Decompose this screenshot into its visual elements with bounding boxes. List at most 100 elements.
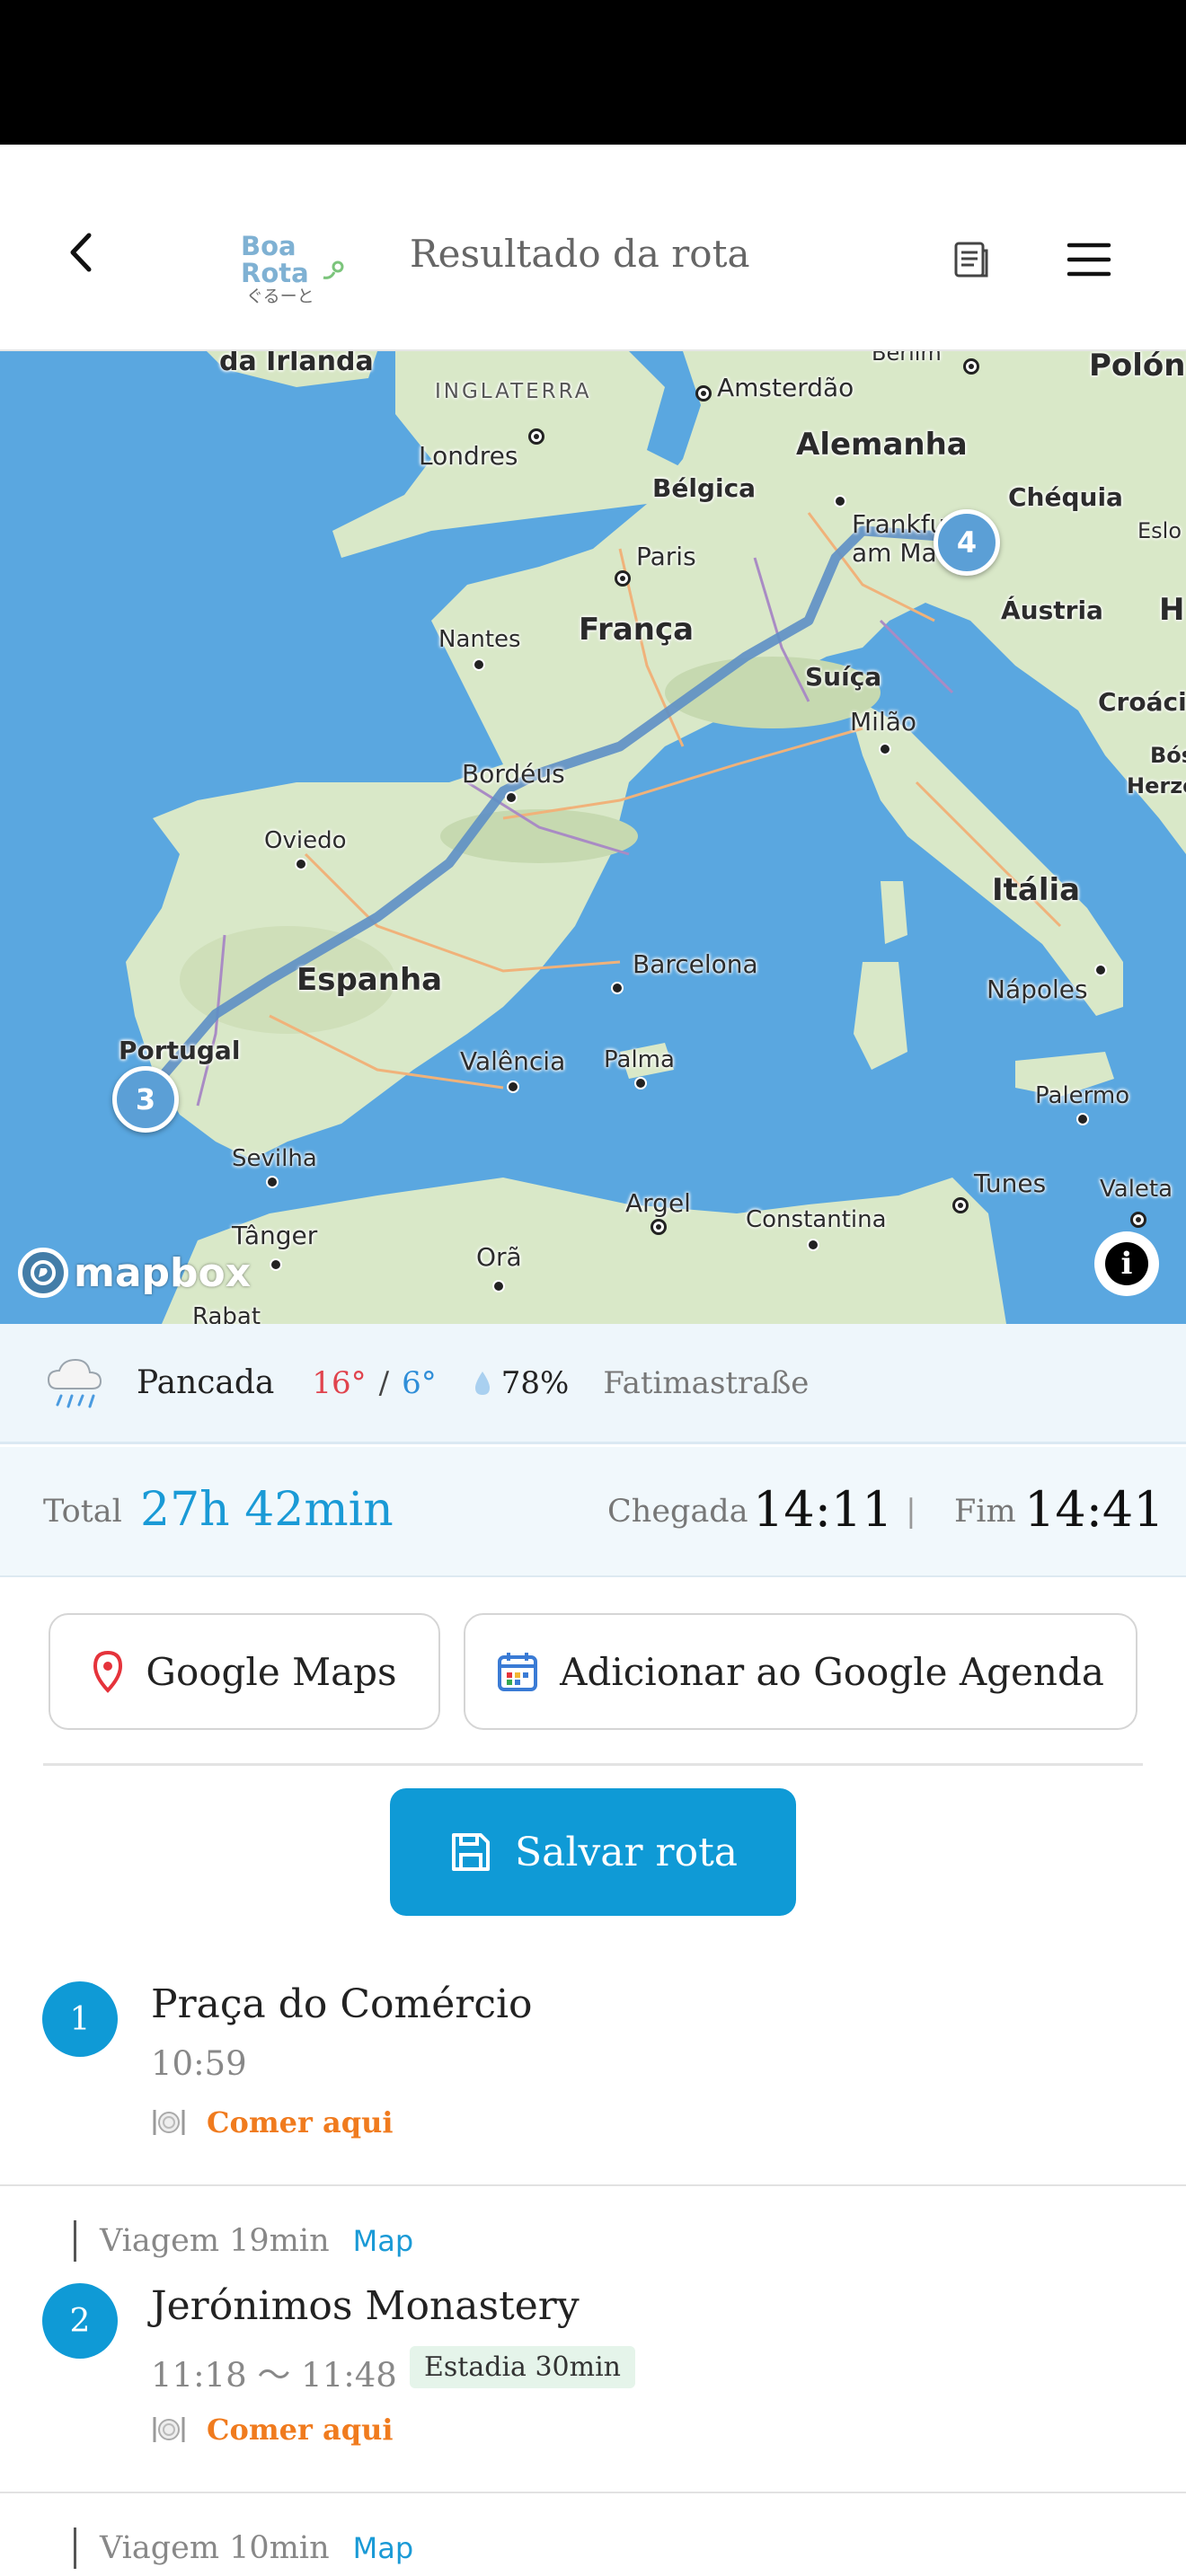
- stop-divider-1: [0, 2184, 1186, 2186]
- map-label-alemanha: Alemanha: [796, 427, 968, 463]
- map-label-chequia: Chéquia: [1008, 482, 1123, 512]
- mapbox-logo-text: mapbox: [74, 1249, 252, 1296]
- stop-time-2: 11:18 〜 11:48: [151, 2356, 397, 2395]
- add-to-calendar-label: Adicionar ao Google Agenda: [560, 1649, 1104, 1694]
- map-label-belgica: Bélgica: [652, 473, 757, 503]
- temperature-high: 16°: [312, 1364, 367, 1401]
- map-label-oviedo: Oviedo: [264, 827, 347, 854]
- map-label-barcelona: Barcelona: [633, 949, 758, 979]
- map-dot-amsterdao: [695, 385, 712, 401]
- weather-description: Pancada: [137, 1364, 275, 1401]
- map-label-palma: Palma: [604, 1046, 675, 1073]
- travel-map-link-1[interactable]: Map: [353, 2224, 414, 2258]
- temperature-separator: /: [378, 1364, 390, 1401]
- map-label-palermo: Palermo: [1035, 1082, 1130, 1109]
- map-dot-napoles: [1094, 964, 1107, 976]
- map-label-constantina: Constantina: [746, 1206, 887, 1233]
- route-marker-4[interactable]: 4: [934, 509, 1000, 576]
- save-route-label: Salvar rota: [515, 1829, 738, 1875]
- summary-separator: |: [906, 1494, 916, 1530]
- travel-row-1: Viagem 19min Map: [74, 2220, 413, 2262]
- eat-here-link-1[interactable]: Comer aqui: [151, 2105, 394, 2139]
- logo-subtitle: ぐるーと: [246, 287, 314, 306]
- save-route-button[interactable]: Salvar rota: [390, 1788, 796, 1916]
- map-label-amsterdao: Amsterdão: [717, 373, 854, 402]
- stay-duration-badge: Estadia 30min: [410, 2346, 635, 2388]
- add-to-calendar-button[interactable]: Adicionar ao Google Agenda: [464, 1613, 1137, 1730]
- arrival-time: 14:11: [753, 1481, 893, 1538]
- hamburger-menu-icon: [1067, 243, 1111, 277]
- menu-button[interactable]: [1066, 240, 1112, 279]
- chevron-left-icon: [70, 233, 92, 272]
- map-label-croacia: Croáci: [1098, 687, 1186, 717]
- page-title: Resultado da rota: [410, 232, 750, 276]
- map-label-londres: Londres: [419, 441, 518, 471]
- water-drop-icon: [474, 1371, 490, 1395]
- map-label-irlanda: da Irlanda: [219, 351, 374, 377]
- temperature-low: 6°: [402, 1364, 437, 1401]
- route-map[interactable]: da Irlanda INGLATERRA Amsterdão Berlim P…: [0, 351, 1186, 1324]
- map-label-franca: França: [579, 612, 695, 648]
- map-label-austria: Áustria: [1001, 595, 1103, 625]
- rain-cloud-icon: [47, 1358, 102, 1407]
- route-marker-3[interactable]: 3: [112, 1066, 179, 1133]
- map-dot-bordeus: [505, 791, 518, 804]
- total-duration: 27h 42min: [140, 1483, 394, 1537]
- travel-duration-1: Viagem 19min: [100, 2223, 330, 2259]
- map-label-espanha: Espanha: [296, 962, 443, 998]
- stop-number-1: 1: [42, 1981, 118, 2057]
- travel-line: [74, 2220, 76, 2262]
- arrival-label: Chegada: [607, 1494, 748, 1530]
- humidity-value: 78%: [500, 1364, 570, 1401]
- map-label-bos: Bós: [1150, 743, 1186, 768]
- app-logo[interactable]: Boa Rota ぐるーと: [241, 233, 347, 313]
- route-summary: Total 27h 42min Chegada 14:11 | Fim 14:4…: [0, 1447, 1186, 1577]
- map-dot-barcelona: [611, 982, 624, 994]
- map-label-argel: Argel: [625, 1188, 691, 1218]
- travel-line: [74, 2527, 76, 2569]
- map-label-italia: Itália: [992, 872, 1081, 908]
- mapbox-attribution[interactable]: mapbox: [18, 1248, 251, 1298]
- back-button[interactable]: [54, 225, 108, 279]
- map-label-portugal: Portugal: [119, 1036, 241, 1065]
- status-bar: [0, 0, 1186, 145]
- map-dot-argel: [651, 1219, 667, 1235]
- calendar-icon: [498, 1653, 538, 1691]
- eat-here-link-2[interactable]: Comer aqui: [151, 2413, 394, 2447]
- document-button[interactable]: [949, 238, 992, 281]
- floppy-disk-icon: [452, 1833, 490, 1871]
- map-dot-tunes: [952, 1197, 969, 1213]
- map-label-inglaterra: INGLATERRA: [435, 380, 592, 403]
- map-label-paris: Paris: [636, 542, 696, 571]
- map-label-suica: Suíça: [805, 662, 882, 692]
- map-dot-valencia: [507, 1081, 519, 1093]
- map-dot-nantes: [473, 658, 485, 671]
- map-info-button[interactable]: i: [1094, 1231, 1159, 1296]
- map-label-h: H: [1159, 592, 1185, 628]
- stop-time-1: 10:59: [151, 2044, 247, 2083]
- stop-number-2: 2: [42, 2283, 118, 2359]
- google-maps-button[interactable]: Google Maps: [49, 1613, 440, 1730]
- map-dot-orao: [492, 1280, 505, 1292]
- map-label-frankfurt: Frankfu: [852, 509, 946, 539]
- map-label-milao: Milão: [850, 707, 917, 737]
- map-dot-milao: [879, 743, 891, 755]
- map-dot-sevilha: [266, 1176, 279, 1188]
- travel-row-2: Viagem 10min Map: [74, 2527, 413, 2569]
- map-label-valeta: Valeta: [1100, 1176, 1173, 1203]
- travel-map-link-2[interactable]: Map: [353, 2531, 414, 2565]
- map-dot-londres: [528, 428, 544, 445]
- stop-name-1[interactable]: Praça do Comércio: [151, 1981, 533, 2027]
- stop-name-2[interactable]: Jerónimos Monastery: [151, 2283, 580, 2329]
- map-label-napoles: Nápoles: [987, 975, 1088, 1004]
- map-dot-berlim: [963, 358, 979, 375]
- weather-bar: Pancada 16° / 6° 78% Fatimastraße: [0, 1324, 1186, 1444]
- plate-cutlery-icon: [153, 2417, 185, 2442]
- map-label-tunes: Tunes: [974, 1169, 1047, 1198]
- eat-here-label-1: Comer aqui: [207, 2105, 394, 2139]
- map-dot-paris: [615, 570, 631, 587]
- map-label-orao: Orã: [476, 1242, 522, 1272]
- map-dot-bruxelas: [834, 495, 846, 507]
- app-header: Boa Rota ぐるーと Resultado da rota: [0, 145, 1186, 351]
- document-icon: [954, 242, 988, 278]
